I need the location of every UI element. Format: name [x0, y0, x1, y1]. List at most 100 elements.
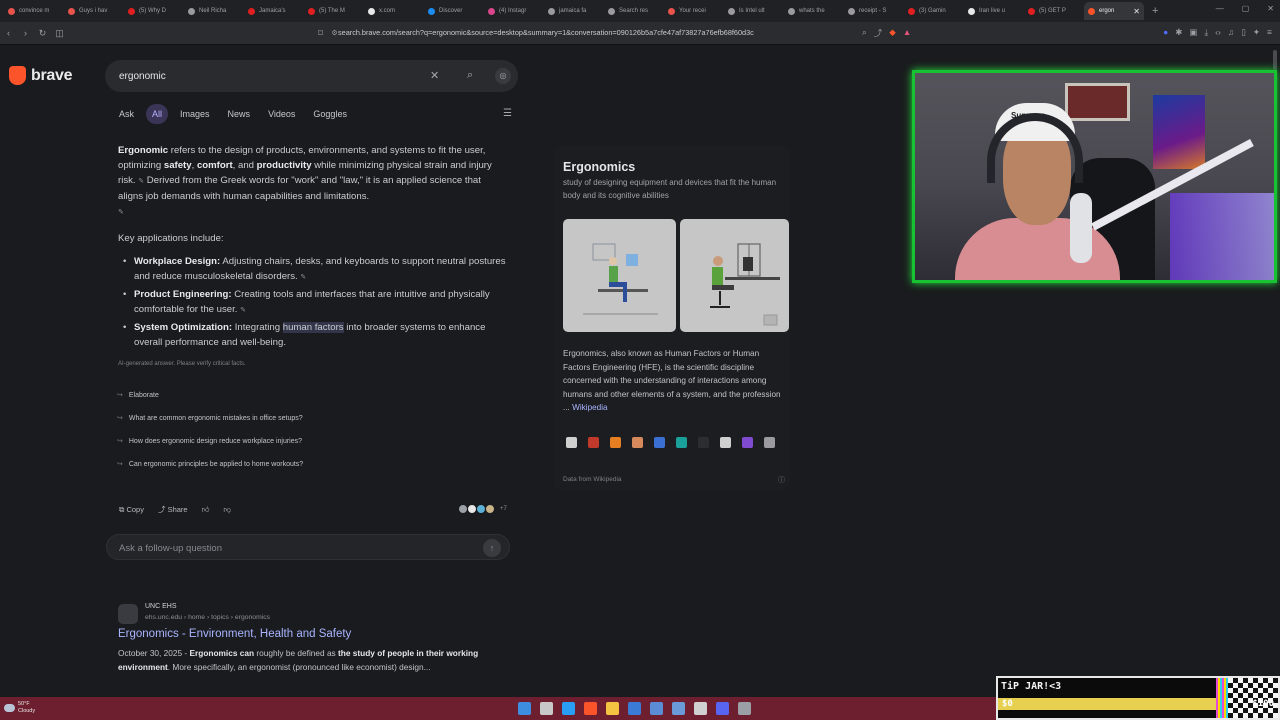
browser-tab[interactable]: (5) The M [304, 2, 364, 20]
source-site-icon[interactable] [566, 437, 577, 448]
source-site-icon[interactable] [632, 437, 643, 448]
tab-all[interactable]: All [146, 104, 169, 124]
browser-tab[interactable]: Jamaica's [244, 2, 304, 20]
browser-tab[interactable]: Search res [604, 2, 664, 20]
close-tab-icon[interactable]: ✕ [1133, 7, 1140, 16]
taskbar-app-icon[interactable] [628, 702, 641, 715]
thumbs-up-icon[interactable]: 👍︎ [202, 505, 210, 515]
kp-image-workstation[interactable] [680, 219, 789, 332]
source-site-icon[interactable] [764, 437, 775, 448]
search-box[interactable]: ergonomic ✕ ⌕ ◎ [105, 60, 518, 92]
info-icon[interactable]: ⓘ [778, 475, 785, 485]
reload-icon[interactable]: ↻ [34, 28, 51, 39]
taskbar-app-icon[interactable] [694, 702, 707, 715]
url-field[interactable]: search.brave.com/search?q=ergonomic&sour… [338, 28, 754, 37]
leo-icon[interactable]: ✦ [1253, 27, 1260, 38]
download-icon[interactable]: ⤓ [1204, 27, 1208, 38]
highlighted-term[interactable]: human factors [282, 322, 344, 333]
send-arrow-icon[interactable]: ↑ [483, 539, 501, 557]
followup-suggestion[interactable]: ↪ Elaborate [113, 388, 307, 402]
puzzle-icon[interactable]: ✱ [1175, 27, 1182, 38]
browser-tab[interactable]: x.com [364, 2, 424, 20]
taskbar-app-icon[interactable] [606, 702, 619, 715]
filter-settings-icon[interactable]: ☰ [503, 108, 512, 119]
sidebar-icon[interactable]: ◫ [51, 28, 68, 39]
share-page-icon[interactable]: ⤴ [874, 27, 883, 39]
browser-tab[interactable]: (5) GET P [1024, 2, 1084, 20]
source-avatars[interactable]: +7 [458, 504, 507, 514]
browser-tab[interactable]: (5) Why D [124, 2, 184, 20]
tab-images[interactable]: Images [174, 104, 216, 124]
share-button[interactable]: ⤴ Share [158, 504, 188, 515]
browser-tab[interactable]: Is Intel ult [724, 2, 784, 20]
kp-image-diagram[interactable] [563, 219, 676, 332]
taskbar-app-icon[interactable] [672, 702, 685, 715]
source-site-icon[interactable] [698, 437, 709, 448]
source-site-icon[interactable] [654, 437, 665, 448]
browser-tab[interactable]: whats the [784, 2, 844, 20]
copy-button[interactable]: ⧉ Copy [119, 505, 144, 515]
taskbar-app-icon[interactable] [518, 702, 531, 715]
followup-suggestion[interactable]: ↪ How does ergonomic design reduce workpl… [113, 434, 307, 448]
taskbar-app-icon[interactable] [584, 702, 597, 715]
citation-icon[interactable]: ✎ [118, 209, 124, 216]
source-site-icon[interactable] [742, 437, 753, 448]
wikipedia-link[interactable]: Wikipedia [572, 403, 608, 412]
clear-icon[interactable]: ✕ [430, 69, 439, 82]
ask-icon[interactable]: ◎ [495, 68, 511, 84]
taskbar-app-icon[interactable] [540, 702, 553, 715]
thumbs-down-icon[interactable]: 👎︎ [223, 505, 231, 515]
followup-input-box[interactable]: Ask a follow-up question ↑ [106, 534, 510, 560]
browser-tab[interactable]: receipt - S [844, 2, 904, 20]
search-input[interactable]: ergonomic [119, 71, 166, 82]
browser-tab[interactable]: Guys i hav [64, 2, 124, 20]
media-icon[interactable]: ♫ [1228, 27, 1234, 38]
page-scrollbar[interactable] [1273, 50, 1277, 70]
menu-icon[interactable]: ≡ [1267, 27, 1272, 38]
wallet-icon[interactable]: ▣ [1189, 27, 1197, 38]
taskbar-app-icon[interactable] [716, 702, 729, 715]
tab-news[interactable]: News [222, 104, 257, 124]
forward-icon[interactable]: › [17, 28, 34, 38]
browser-tab[interactable]: Neil Richa [184, 2, 244, 20]
browser-tab[interactable]: convince m [4, 2, 64, 20]
taskbar-app-icon[interactable] [650, 702, 663, 715]
followup-suggestion[interactable]: ↪ What are common ergonomic mistakes in o… [113, 411, 307, 425]
source-site-icon[interactable] [610, 437, 621, 448]
followup-input[interactable]: Ask a follow-up question [119, 543, 222, 554]
back-icon[interactable]: ‹ [0, 28, 17, 38]
taskbar-app-icon[interactable] [562, 702, 575, 715]
minimize-icon[interactable]: — [1216, 4, 1224, 13]
rewards-icon[interactable]: ▲ [903, 27, 911, 39]
result-breadcrumb[interactable]: ehs.unc.edu › home › topics › ergonomics [145, 614, 270, 621]
tab-videos[interactable]: Videos [262, 104, 301, 124]
browser-tab[interactable]: Your recei [664, 2, 724, 20]
taskbar-app-icon[interactable] [738, 702, 751, 715]
browser-tab[interactable]: (3) Gamin [904, 2, 964, 20]
maximize-icon[interactable]: ▢ [1242, 4, 1250, 13]
browser-tab-active[interactable]: ergon ✕ [1084, 2, 1144, 20]
citation-icon[interactable]: ✎ [300, 274, 306, 281]
tab-ask[interactable]: Ask [113, 104, 140, 124]
new-tab-icon[interactable]: + [1152, 5, 1158, 17]
source-site-icon[interactable] [676, 437, 687, 448]
devtools-icon[interactable]: ‹› [1215, 27, 1221, 38]
result-title-link[interactable]: Ergonomics - Environment, Health and Saf… [118, 628, 351, 640]
reading-list-icon[interactable]: ▯ [1241, 27, 1246, 38]
search-icon[interactable]: ⌕ [467, 69, 473, 82]
citation-icon[interactable]: ✎ [240, 307, 246, 314]
close-window-icon[interactable]: ✕ [1267, 4, 1274, 13]
source-site-icon[interactable] [720, 437, 731, 448]
tab-goggles[interactable]: Goggles [307, 104, 353, 124]
followup-suggestion[interactable]: ↪ Can ergonomic principles be applied to … [113, 457, 307, 471]
weather-widget[interactable]: 50°F Cloudy [4, 701, 35, 715]
browser-tab[interactable]: jamaica fa [544, 2, 604, 20]
browser-tab[interactable]: Iran live u [964, 2, 1024, 20]
browser-tab[interactable]: Discover [424, 2, 484, 20]
extension-icon[interactable]: ● [1163, 27, 1168, 38]
brave-logo[interactable]: brave [9, 66, 73, 85]
browser-tab[interactable]: (4) Instagr [484, 2, 544, 20]
source-site-icon[interactable] [588, 437, 599, 448]
zoom-icon[interactable]: ⌕ [862, 27, 867, 39]
brave-shields-icon[interactable]: ◆ [889, 27, 896, 39]
